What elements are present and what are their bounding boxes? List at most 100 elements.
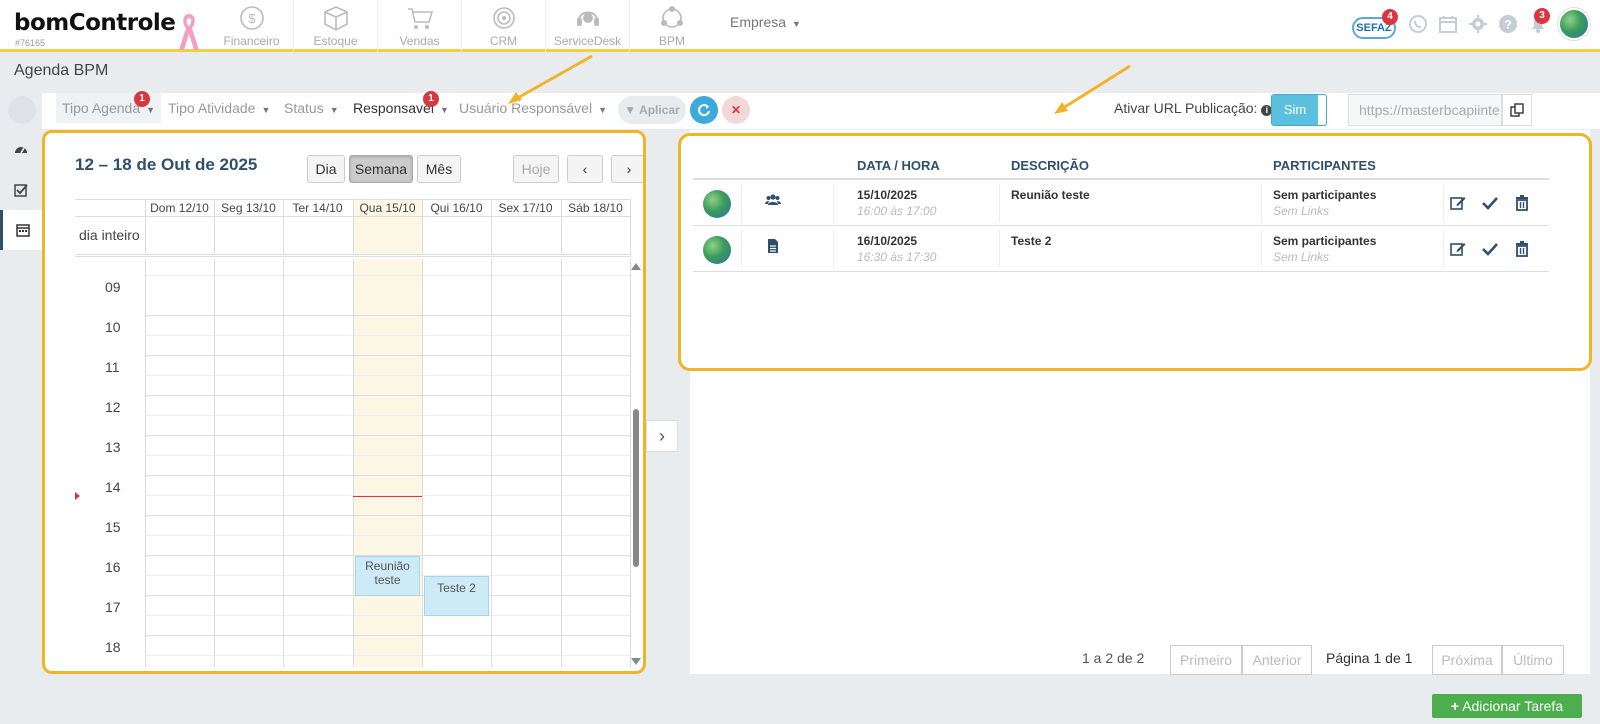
filter-tipo-atividade[interactable]: Tipo Atividade ▼ <box>168 93 270 123</box>
check-icon[interactable] <box>1481 240 1499 258</box>
caret-down-icon: ▼ <box>146 105 156 115</box>
current-time-marker <box>75 492 80 500</box>
module-label: BPM <box>658 34 685 48</box>
hour-label: 13 <box>105 439 121 455</box>
view-month-button[interactable]: Mês <box>417 155 461 183</box>
caret-down-icon: ▼ <box>439 105 449 115</box>
time-grid[interactable]: 09 10 11 12 13 14 15 16 17 18 Reunião te… <box>75 259 631 667</box>
last-page-button[interactable]: Último <box>1502 645 1564 675</box>
column-header: DATA / HORA <box>857 158 940 173</box>
view-day-button[interactable]: Dia <box>307 155 345 183</box>
module-servicedesk[interactable]: ServiceDesk <box>546 0 630 52</box>
day-header: Dom 12/10 <box>150 201 209 215</box>
edit-icon[interactable] <box>1449 194 1467 212</box>
today-button[interactable]: Hoje <box>513 155 559 183</box>
trash-icon[interactable] <box>1513 194 1531 212</box>
publish-url-label: Ativar URL Publicação: i <box>1114 100 1273 116</box>
dollar-icon: $ <box>239 6 264 30</box>
prev-week-button[interactable]: ‹ <box>567 155 603 183</box>
first-page-button[interactable]: Primeiro <box>1170 645 1242 675</box>
edit-icon[interactable] <box>1449 240 1467 258</box>
chevron-right-icon: › <box>626 161 632 177</box>
dashboard-icon <box>15 147 27 154</box>
module-estoque[interactable]: Estoque <box>294 0 378 52</box>
bell-icon[interactable]: 3 <box>1528 8 1550 34</box>
plus-icon: + <box>1450 698 1460 714</box>
table-row[interactable]: 15/10/2025 16:00 às 17:00 Reunião teste … <box>693 180 1549 226</box>
filter-tipo-agenda[interactable]: Tipo Agenda ▼ 1 <box>56 91 162 123</box>
add-task-button[interactable]: + Adicionar Tarefa <box>1432 694 1582 718</box>
task-links: Sem Links <box>1273 250 1330 264</box>
allday-row[interactable]: dia inteiro <box>75 217 631 257</box>
gear-icon[interactable] <box>1468 14 1488 34</box>
module-vendas[interactable]: Vendas <box>378 0 462 52</box>
scroll-up-icon[interactable] <box>631 263 641 270</box>
filter-usuario-responsavel[interactable]: Usuário Responsável ▼ <box>459 93 607 123</box>
module-label: Financeiro <box>223 34 280 48</box>
day-header: Qua 15/10 <box>359 201 416 215</box>
scroll-down-icon[interactable] <box>631 658 641 665</box>
cart-icon <box>407 8 433 29</box>
next-week-button[interactable]: › <box>611 155 643 183</box>
avatar <box>703 190 731 218</box>
publish-url-toggle[interactable]: Sim <box>1271 94 1327 126</box>
previous-page-button[interactable]: Anterior <box>1242 645 1312 675</box>
day-header: Sáb 18/10 <box>568 201 623 215</box>
check-icon[interactable] <box>1481 194 1499 212</box>
collapse-icon[interactable] <box>8 96 36 124</box>
filter-bar: Tipo Agenda ▼ 1 Tipo Atividade ▼ Status ▼ R… <box>42 91 1600 129</box>
publish-url-input[interactable]: https://masterbcapiinte <box>1348 94 1502 126</box>
module-label: Vendas <box>399 34 440 48</box>
calendar-panel: 12 – 18 de Out de 2025 Dia Semana Mês Ho… <box>42 130 646 674</box>
account-id: #76165 <box>15 38 46 48</box>
filter-responsavel[interactable]: Responsavel ▼ 1 <box>353 91 449 123</box>
next-page-button[interactable]: Próxima <box>1432 645 1502 675</box>
svg-text:?: ? <box>1504 18 1511 32</box>
table-row[interactable]: 16/10/2025 16:30 às 17:30 Teste 2 Sem pa… <box>693 226 1549 272</box>
hour-label: 12 <box>105 399 121 415</box>
filter-label: Usuário Responsável <box>459 100 593 116</box>
module-financeiro[interactable]: $ Financeiro <box>210 0 294 52</box>
hour-label: 17 <box>105 599 121 615</box>
hour-label: 09 <box>105 279 121 295</box>
filter-label: Tipo Agenda <box>62 100 141 116</box>
calendar-header-grid: Dom 12/10 Seg 13/10 Ter 14/10 Qua 15/10 … <box>75 199 631 257</box>
calendar-icon[interactable] <box>1438 14 1458 34</box>
filter-status[interactable]: Status ▼ <box>284 93 339 123</box>
day-header: Ter 14/10 <box>292 201 343 215</box>
view-week-button[interactable]: Semana <box>349 155 413 183</box>
task-time: 16:00 às 17:00 <box>857 204 937 218</box>
checkbox-icon <box>14 184 28 197</box>
calendar-scrollbar[interactable] <box>631 259 641 669</box>
refresh-button[interactable] <box>690 96 718 124</box>
chevron-right-icon: › <box>659 425 665 446</box>
module-bpm[interactable]: BPM <box>630 0 714 52</box>
whatsapp-icon[interactable] <box>1408 14 1428 34</box>
calendar-event[interactable]: Teste 2 <box>424 576 489 616</box>
calendar-event[interactable]: Reunião teste <box>355 556 420 596</box>
caret-down-icon: ▼ <box>792 19 801 29</box>
trash-icon[interactable] <box>1513 240 1531 258</box>
today-column <box>353 259 422 667</box>
sidebar-dashboard[interactable] <box>0 130 42 170</box>
copy-url-button[interactable] <box>1502 94 1532 126</box>
hour-label: 10 <box>105 319 121 335</box>
scroll-thumb[interactable] <box>633 409 639 567</box>
sefaz-status[interactable]: SEFAZ 4 <box>1352 9 1398 39</box>
left-sidebar <box>0 90 42 724</box>
company-selector[interactable]: Empresa ▼ <box>730 14 801 30</box>
apply-filter-button[interactable]: ▼ Aplicar <box>618 96 686 124</box>
sidebar-tasks[interactable] <box>0 170 42 210</box>
logo[interactable]: bomControle <box>14 10 176 36</box>
funnel-icon: ▼ <box>624 103 637 117</box>
calendar-title: 12 – 18 de Out de 2025 <box>75 155 258 174</box>
expand-panel-button[interactable]: › <box>646 420 678 452</box>
pink-ribbon-icon <box>179 14 199 50</box>
module-crm[interactable]: CRM <box>462 0 546 52</box>
avatar <box>703 236 731 264</box>
sidebar-calendar[interactable] <box>0 210 42 250</box>
help-icon[interactable]: ? <box>1498 14 1518 34</box>
top-navbar: bomControle #76165 $ Financeiro Estoque … <box>0 0 1600 52</box>
clear-filter-button[interactable]: ✕ <box>722 96 750 124</box>
user-avatar[interactable] <box>1558 8 1590 40</box>
